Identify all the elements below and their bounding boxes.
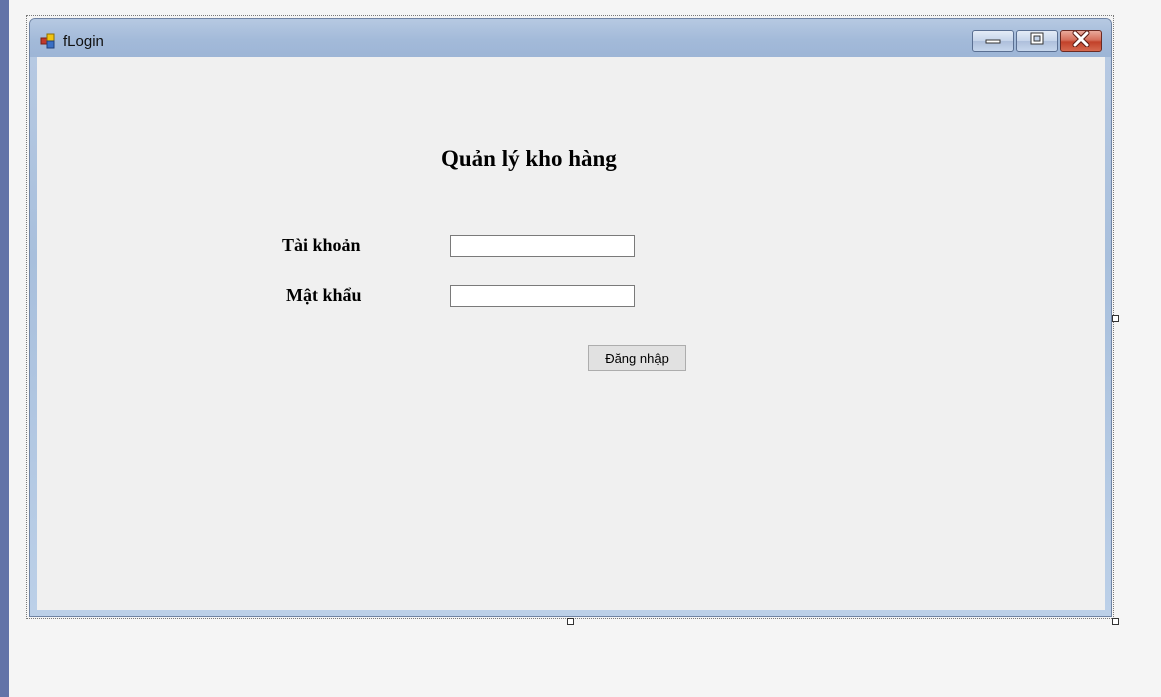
maximize-icon [1029,32,1045,51]
designer-surface: fLogin Quản lý kho hàng Tài khoản Mật kh… [0,0,1161,697]
password-input[interactable] [450,285,635,307]
login-window: fLogin Quản lý kho hàng Tài khoản Mật kh… [29,18,1112,617]
resize-handle-right[interactable] [1112,315,1119,322]
form-icon [40,33,56,49]
close-button[interactable] [1060,30,1102,52]
minimize-button[interactable] [972,30,1014,52]
toolbox-edge [0,0,9,697]
password-label: Mật khẩu [286,285,362,305]
username-input[interactable] [450,235,635,257]
username-label: Tài khoản [282,235,361,255]
page-title: Quản lý kho hàng [441,146,617,171]
login-button[interactable]: Đăng nhập [588,345,686,371]
close-icon [1072,30,1090,52]
maximize-button[interactable] [1016,30,1058,52]
resize-handle-bottom[interactable] [567,618,574,625]
form-client-area: Quản lý kho hàng Tài khoản Mật khẩu Đăng… [37,57,1105,610]
resize-handle-bottom-right[interactable] [1112,618,1119,625]
window-title: fLogin [63,33,104,50]
title-bar[interactable]: fLogin [30,19,1111,57]
minimize-icon [985,32,1001,50]
